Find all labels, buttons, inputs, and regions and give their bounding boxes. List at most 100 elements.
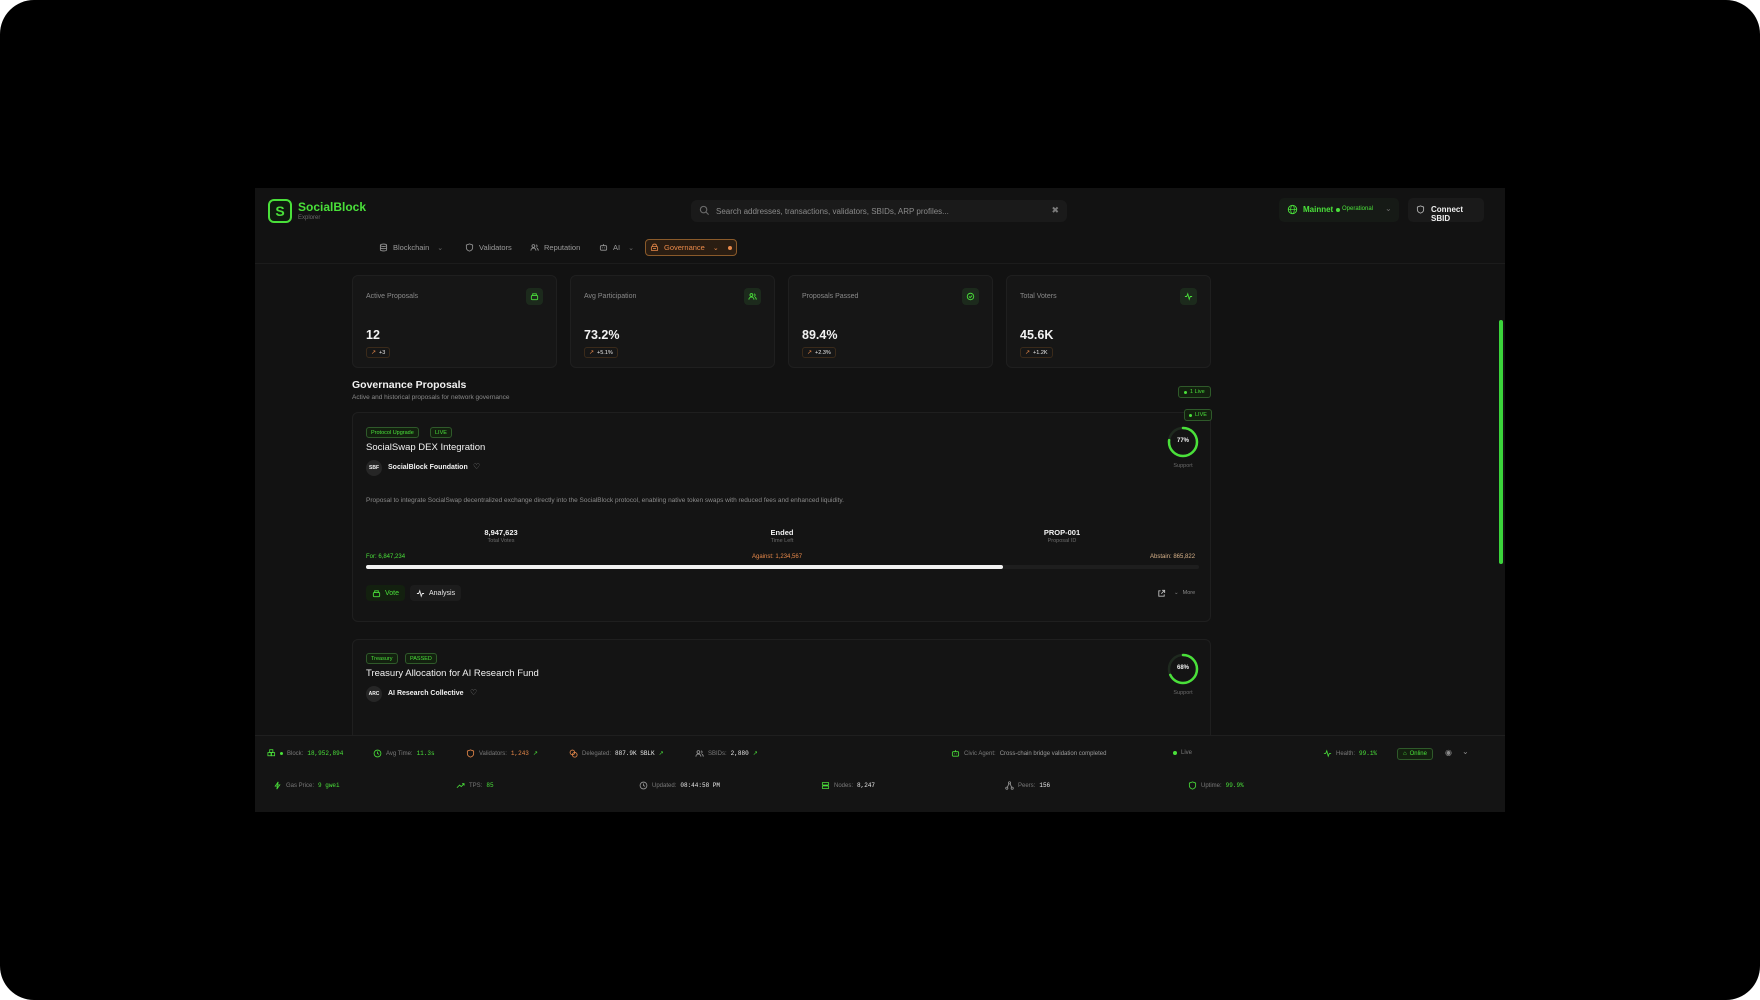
footer-label: Civic Agent: (964, 750, 996, 757)
network-icon (1005, 781, 1014, 790)
footer-value: 99.9% (1225, 782, 1244, 789)
footer-sbids[interactable]: SBIDs: 2,880 ↗ (695, 749, 758, 758)
screenshot-frame: S SocialBlock Explorer ✖ Mainnet Operati… (0, 0, 1760, 1000)
shield-icon (465, 243, 474, 252)
app-subtitle: Explorer (298, 215, 321, 221)
author-name[interactable]: SocialBlock Foundation (388, 464, 468, 471)
heart-icon[interactable]: ♡ (473, 462, 480, 471)
network-selector[interactable]: Mainnet Operational ⌄ (1279, 198, 1399, 222)
vote-progress-bar (366, 565, 1199, 569)
more-button[interactable]: ⌄ More (1168, 585, 1201, 601)
footer-updated: Updated: 08:44:58 PM (639, 781, 720, 790)
footer-civic-agent[interactable]: Civic Agent: Cross-chain bridge validati… (951, 749, 1106, 758)
stat-card-avg-participation: Avg Participation 73.2% ↗ +5.1% (570, 275, 775, 368)
category-tag: Treasury (366, 653, 398, 664)
stat-delta-value: +1.2K (1033, 349, 1048, 356)
footer-value: 85 (486, 782, 494, 789)
proposal-card[interactable]: Treasury PASSED Treasury Allocation for … (352, 639, 1211, 735)
logo-icon[interactable]: S (268, 199, 292, 223)
live-status-badge: LIVE (1184, 409, 1212, 421)
ballot-icon (526, 288, 543, 305)
footer-label: Avg Time: (386, 750, 413, 757)
ballot-icon (372, 589, 381, 597)
status-footer: Block: 18,952,894 Avg Time: 11.3s Valida… (255, 735, 1505, 812)
footer-delegated[interactable]: Delegated: 887.9K SBLK ↗ (569, 749, 664, 758)
author-name[interactable]: AI Research Collective (388, 690, 463, 697)
nav-label: Reputation (544, 243, 581, 252)
search-bar[interactable]: ✖ (691, 200, 1067, 222)
screenshot-background: S SocialBlock Explorer ✖ Mainnet Operati… (0, 0, 1760, 1000)
live-dot (1173, 751, 1177, 755)
scrollbar[interactable] (1499, 320, 1503, 564)
stat-delta: ↗ +5.1% (584, 347, 618, 358)
status-tag: LIVE (430, 427, 452, 438)
heart-icon[interactable]: ♡ (470, 688, 477, 697)
stat-delta-value: +2.3% (815, 349, 831, 356)
footer-label: Validators: (479, 750, 507, 757)
nav-label: AI (613, 243, 621, 252)
nav-item-reputation[interactable]: Reputation (526, 239, 584, 256)
stat-label: Avg Participation (584, 293, 637, 300)
footer-value: 8,247 (857, 782, 876, 789)
vote-button[interactable]: Vote (366, 585, 406, 601)
footer-block[interactable]: Block: 18,952,894 (267, 749, 343, 758)
shield-icon (1188, 781, 1197, 790)
nav-item-validators[interactable]: Validators (461, 239, 516, 256)
time-left-label: Time Left (770, 538, 794, 544)
proposal-id-label: Proposal ID (1047, 538, 1077, 544)
stat-value: 73.2% (584, 328, 620, 342)
chevron-down-icon: ⌄ (1385, 204, 1392, 213)
more-button-label: More (1182, 590, 1196, 596)
avatar: SBF (366, 460, 382, 476)
stat-card-proposals-passed: Proposals Passed 89.4% ↗ +2.3% (788, 275, 993, 368)
stat-value: 45.6K (1020, 328, 1054, 342)
proposal-title[interactable]: Treasury Allocation for AI Research Fund (366, 668, 539, 679)
support-caption: Support (1173, 690, 1193, 696)
network-status-dot (1336, 208, 1340, 212)
eye-icon[interactable]: ◉ (1445, 748, 1452, 757)
nav-item-governance[interactable]: Governance ⌄ (645, 239, 737, 256)
clear-search-icon[interactable]: ✖ (1051, 205, 1059, 216)
footer-tps: TPS: 85 (456, 781, 494, 790)
chevron-down-icon: ⌄ (437, 244, 444, 252)
stat-label: Proposals Passed (802, 293, 859, 300)
footer-value: 11.3s (416, 750, 435, 757)
network-status: Operational (1342, 206, 1374, 212)
nav-item-blockchain[interactable]: Blockchain ⌄ (375, 239, 447, 256)
proposal-id: PROP-001 Proposal ID (992, 528, 1132, 544)
trending-up-icon: ↗ (807, 350, 813, 356)
footer-validators[interactable]: Validators: 1,243 ↗ (466, 749, 538, 758)
category-tag: Protocol Upgrade (366, 427, 419, 438)
live-status-text: LIVE (1195, 412, 1207, 418)
footer-label: Delegated: (582, 750, 612, 757)
trending-up-icon: ↗ (589, 350, 595, 356)
proposal-title[interactable]: SocialSwap DEX Integration (366, 442, 485, 453)
chevron-down-icon: ⌄ (628, 244, 634, 252)
analysis-button[interactable]: Analysis (410, 585, 462, 601)
shield-icon (466, 749, 475, 758)
chevron-down-icon: ⌄ (712, 244, 719, 252)
network-name: Mainnet (1303, 205, 1334, 214)
avatar: ARC (366, 686, 382, 702)
search-input[interactable] (716, 203, 1046, 219)
live-dot (1189, 413, 1192, 417)
connect-sbid-button[interactable]: Connect SBID (1408, 198, 1484, 223)
total-votes-value: 8,947,623 (484, 528, 518, 537)
support-caption: Support (1173, 463, 1193, 469)
nav-label: Blockchain (393, 243, 430, 252)
users-icon (744, 288, 761, 305)
gavel-icon (650, 243, 659, 252)
chevron-down-icon[interactable]: ⌄ (1462, 747, 1469, 756)
footer-value: 9 gwei (318, 782, 340, 789)
app-title[interactable]: SocialBlock (298, 200, 366, 214)
trending-up-icon (456, 783, 465, 789)
footer-label: Updated: (652, 782, 677, 789)
stat-card-total-voters: Total Voters 45.6K ↗ +1.2K (1006, 275, 1211, 368)
users-icon (530, 244, 539, 251)
stat-label: Active Proposals (366, 293, 419, 300)
users-icon (695, 750, 704, 757)
activity-icon (1180, 288, 1197, 305)
nav-item-ai[interactable]: AI ⌄ (595, 239, 638, 256)
pulse-icon: ⌂ (1403, 751, 1407, 757)
proposal-card[interactable]: Protocol Upgrade LIVE SocialSwap DEX Int… (352, 409, 1212, 622)
